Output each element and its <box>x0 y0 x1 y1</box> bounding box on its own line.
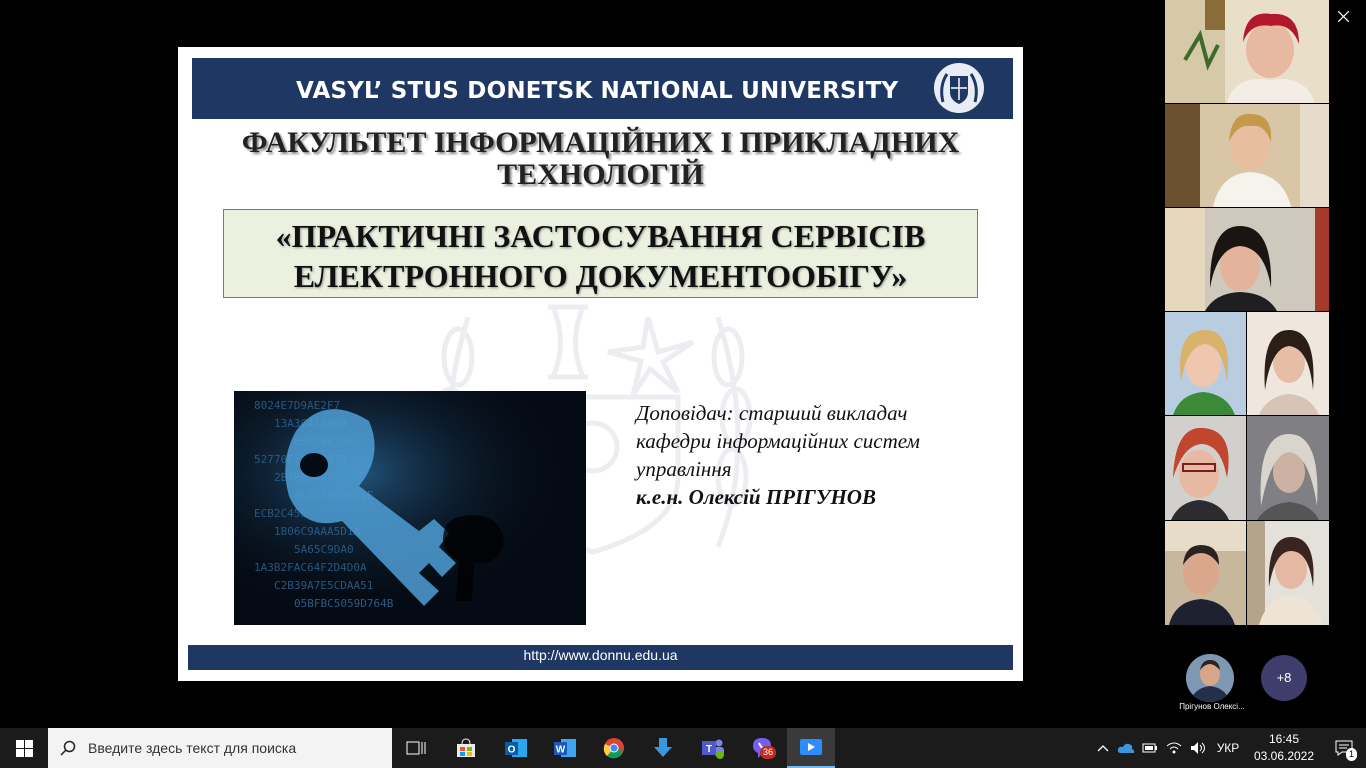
more-participants-button[interactable]: +8 <box>1261 655 1307 701</box>
task-view-button[interactable] <box>392 728 440 768</box>
speaker-line1: Доповідач: старший викладач <box>636 401 908 425</box>
search-icon <box>60 740 76 756</box>
tray-battery[interactable] <box>1139 728 1161 768</box>
university-name: VASYL’ STUS DONETSK NATIONAL UNIVERSITY <box>296 78 899 104</box>
start-button[interactable] <box>0 728 48 768</box>
taskbar-search-box[interactable] <box>48 728 392 768</box>
search-input[interactable] <box>88 740 378 756</box>
participant-video-9[interactable] <box>1247 521 1329 625</box>
participant-video-2[interactable] <box>1165 104 1329 207</box>
download-arrow-icon <box>654 738 672 757</box>
digital-key-image: 8024E7D9AE2F713A3C4169DBE5F2082D052770F1… <box>234 391 586 625</box>
teams-icon: T <box>702 739 724 759</box>
taskbar: O W T 36 УКР 16:45 03.06.2022 1 <box>0 728 1366 768</box>
tray-network[interactable] <box>1163 728 1185 768</box>
store-icon <box>457 738 475 757</box>
svg-text:O: O <box>508 745 516 756</box>
onedrive-cloud-icon <box>1117 743 1135 753</box>
tray-onedrive[interactable] <box>1115 728 1137 768</box>
notification-count-badge: 1 <box>1346 748 1358 761</box>
presentation-topic: «ПРАКТИЧНІ ЗАСТОСУВАННЯ СЕРВІСІВ ЕЛЕКТРО… <box>224 216 977 296</box>
participant-video-4[interactable] <box>1165 312 1246 415</box>
wifi-icon <box>1166 742 1182 754</box>
speaker-line2: кафедри інформаційних систем <box>636 429 920 453</box>
viber-unread-badge: 36 <box>760 746 777 759</box>
participant-video-5[interactable] <box>1247 312 1329 415</box>
taskbar-word[interactable]: W <box>541 728 589 768</box>
outlook-icon: O <box>505 739 527 757</box>
language-indicator[interactable]: УКР <box>1212 728 1244 768</box>
close-icon <box>1337 10 1349 22</box>
topic-line1: «ПРАКТИЧНІ ЗАСТОСУВАННЯ СЕРВІСІВ <box>275 218 926 254</box>
participant-video-6[interactable] <box>1165 416 1246 520</box>
slide-footer-bar: http://www.donnu.edu.ua <box>188 645 1013 670</box>
speaker-line3: управління <box>636 457 732 481</box>
participant-video-1[interactable] <box>1165 0 1329 103</box>
zoom-video-icon <box>800 739 822 755</box>
notification-center-button[interactable]: 1 <box>1322 728 1366 768</box>
svg-text:W: W <box>556 745 566 756</box>
topic-line2: ЕЛЕКТРОННОГО ДОКУМЕНТООБІГУ» <box>293 258 908 294</box>
presenter-name-label: Прігунов Олексі... <box>1179 702 1245 711</box>
slide-header-bar: VASYL’ STUS DONETSK NATIONAL UNIVERSITY <box>192 58 1013 119</box>
chevron-up-icon <box>1097 745 1109 752</box>
topic-box: «ПРАКТИЧНІ ЗАСТОСУВАННЯ СЕРВІСІВ ЕЛЕКТРО… <box>223 209 978 298</box>
task-view-icon <box>406 741 426 755</box>
taskbar-downloads[interactable] <box>639 728 687 768</box>
word-icon: W <box>554 739 576 757</box>
zoom-meeting-window: VASYL’ STUS DONETSK NATIONAL UNIVERSITY … <box>0 0 1366 728</box>
participant-video-7[interactable] <box>1247 416 1329 520</box>
taskbar-zoom-active[interactable] <box>787 728 835 768</box>
shared-slide: VASYL’ STUS DONETSK NATIONAL UNIVERSITY … <box>178 47 1023 681</box>
taskbar-viber[interactable]: 36 <box>738 728 786 768</box>
chrome-icon <box>603 738 624 759</box>
taskbar-chrome[interactable] <box>590 728 638 768</box>
taskbar-outlook[interactable]: O <box>492 728 540 768</box>
show-hidden-icons-button[interactable] <box>1093 728 1113 768</box>
clock-time: 16:45 <box>1268 732 1300 746</box>
tray-volume[interactable] <box>1187 728 1209 768</box>
taskbar-store[interactable] <box>442 728 490 768</box>
faculty-title: ФАКУЛЬТЕТ ІНФОРМАЦІЙНИХ І ПРИКЛАДНИХ ТЕХ… <box>178 127 1023 191</box>
faculty-title-line1: ФАКУЛЬТЕТ ІНФОРМАЦІЙНИХ І ПРИКЛАДНИХ <box>241 126 960 159</box>
battery-icon <box>1142 743 1157 753</box>
footer-url: http://www.donnu.edu.ua <box>523 647 678 663</box>
participant-video-3[interactable] <box>1165 208 1329 311</box>
faculty-title-line2: ТЕХНОЛОГІЙ <box>497 158 704 191</box>
taskbar-clock[interactable]: 16:45 03.06.2022 <box>1247 731 1321 765</box>
volume-icon <box>1191 742 1205 754</box>
participant-video-8[interactable] <box>1165 521 1246 625</box>
clock-date: 03.06.2022 <box>1253 749 1315 763</box>
presenter-avatar[interactable] <box>1186 654 1234 702</box>
svg-text:T: T <box>706 744 712 755</box>
speaker-name: к.е.н. Олексій ПРІГУНОВ <box>636 485 876 509</box>
digital-key-icon: 8024E7D9AE2F713A3C4169DBE5F2082D052770F1… <box>234 391 586 625</box>
speaker-info: Доповідач: старший викладач кафедри інфо… <box>636 399 996 511</box>
taskbar-teams[interactable]: T <box>689 728 737 768</box>
university-emblem-icon <box>934 63 984 113</box>
windows-logo-icon <box>15 739 33 757</box>
